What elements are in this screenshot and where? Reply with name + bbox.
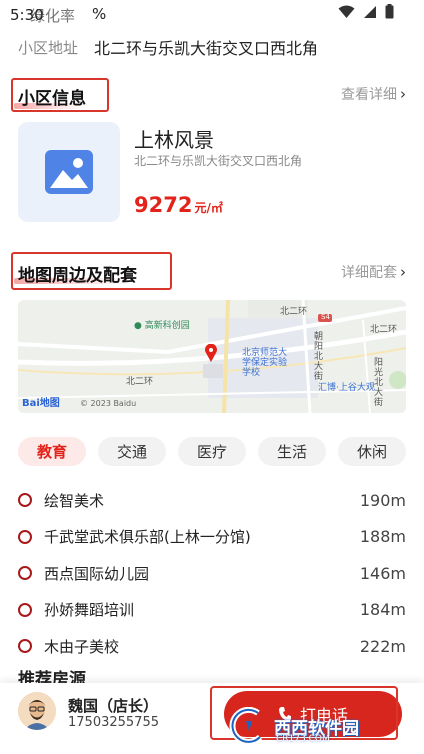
view-details-label: 查看详细	[341, 87, 397, 103]
price-value: 9272	[134, 193, 193, 217]
map-poi-school: 北京师范大学保定实验学校	[242, 348, 288, 378]
map-road-label: 阳光北大街	[374, 358, 384, 408]
image-icon	[45, 150, 93, 194]
surrounding-map[interactable]: 北二环 北二环 北二环 S4 ● 高新科创园 北京师范大学保定实验学校 朝阳北大…	[18, 300, 406, 413]
bullet-icon	[18, 529, 32, 544]
signal-icon	[364, 5, 376, 18]
estate-price: 9272 元/㎡	[134, 193, 223, 217]
bullet-icon	[18, 639, 32, 654]
poi-distance: 190m	[359, 490, 406, 510]
highlight-frame	[11, 78, 109, 112]
baidu-map-logo: Bai地图	[22, 398, 60, 409]
bullet-icon	[18, 602, 32, 617]
agent-avatar-icon	[18, 692, 56, 730]
highlight-frame	[210, 686, 398, 740]
status-time: 5:30	[10, 6, 44, 24]
category-tabs: 教育 交通 医疗 生活 休闲	[18, 437, 406, 467]
map-poi-mall: 汇博·上谷大观	[318, 383, 375, 393]
poi-distance: 188m	[359, 527, 406, 547]
map-road-label: 朝阳北大街	[314, 332, 324, 382]
estate-address: 北二环与乐凯大街交叉口西北角	[134, 154, 303, 168]
estate-name: 上林风景	[134, 128, 214, 152]
list-item[interactable]: 千武堂武术俱乐部(上林一分馆) 188m	[18, 519, 406, 556]
chevron-right-icon: ›	[400, 85, 406, 103]
chevron-right-icon: ›	[400, 263, 406, 281]
list-item[interactable]: 孙娇舞蹈培训 184m	[18, 592, 406, 629]
avatar[interactable]	[18, 692, 56, 730]
highlight-frame	[11, 252, 172, 290]
map-road-label: 北二环	[370, 325, 398, 335]
poi-distance: 146m	[359, 563, 406, 583]
list-item[interactable]: 绘智美术 190m	[18, 482, 406, 519]
list-item[interactable]: 西点国际幼儿园 146m	[18, 555, 406, 592]
status-bar: 绿化率 5:30 %	[0, 0, 424, 28]
map-badge: S4	[321, 313, 330, 321]
map-poi-park: ● 高新科创园	[134, 321, 190, 331]
bullet-icon	[18, 493, 32, 508]
greening-rate-percent: %	[92, 5, 107, 23]
agent-phone: 17503255755	[68, 715, 159, 730]
bullet-icon	[18, 566, 32, 581]
address-row: 小区地址 北二环与乐凯大街交叉口西北角	[18, 34, 418, 60]
poi-name: 绘智美术	[44, 491, 105, 510]
detailed-facilities-label: 详细配套	[341, 265, 397, 281]
poi-distance: 222m	[359, 636, 406, 656]
location-pin-icon[interactable]	[204, 344, 218, 362]
poi-name: 西点国际幼儿园	[44, 564, 150, 583]
wifi-icon	[338, 5, 355, 18]
recommended-listings-title: 推荐房源	[18, 670, 86, 685]
tab-education[interactable]: 教育	[18, 437, 86, 466]
view-details-link[interactable]: 查看详细 ›	[341, 84, 406, 104]
poi-distance: 184m	[359, 600, 406, 620]
agent-name: 魏国（店长）	[68, 697, 159, 715]
poi-list: 绘智美术 190m 千武堂武术俱乐部(上林一分馆) 188m 西点国际幼儿园 1…	[18, 482, 406, 665]
address-label: 小区地址	[18, 38, 79, 57]
map-road-label: 北二环	[280, 307, 308, 317]
status-icons	[338, 4, 394, 19]
tab-transport[interactable]: 交通	[98, 437, 166, 466]
map-copyright: © 2023 Baidu	[80, 399, 137, 408]
list-item[interactable]: 木由子美校 222m	[18, 628, 406, 665]
map-road-label: 北二环	[126, 377, 154, 387]
tab-life[interactable]: 生活	[258, 437, 326, 466]
estate-image-placeholder[interactable]	[18, 122, 120, 222]
poi-name: 千武堂武术俱乐部(上林一分馆)	[44, 528, 251, 547]
tab-medical[interactable]: 医疗	[178, 437, 246, 466]
detailed-facilities-link[interactable]: 详细配套 ›	[341, 262, 406, 282]
address-value: 北二环与乐凯大街交叉口西北角	[94, 39, 319, 58]
poi-name: 孙娇舞蹈培训	[44, 601, 135, 620]
price-unit: 元/㎡	[194, 201, 223, 215]
tab-leisure[interactable]: 休闲	[338, 437, 406, 466]
poi-name: 木由子美校	[44, 637, 120, 656]
battery-icon	[385, 4, 394, 19]
